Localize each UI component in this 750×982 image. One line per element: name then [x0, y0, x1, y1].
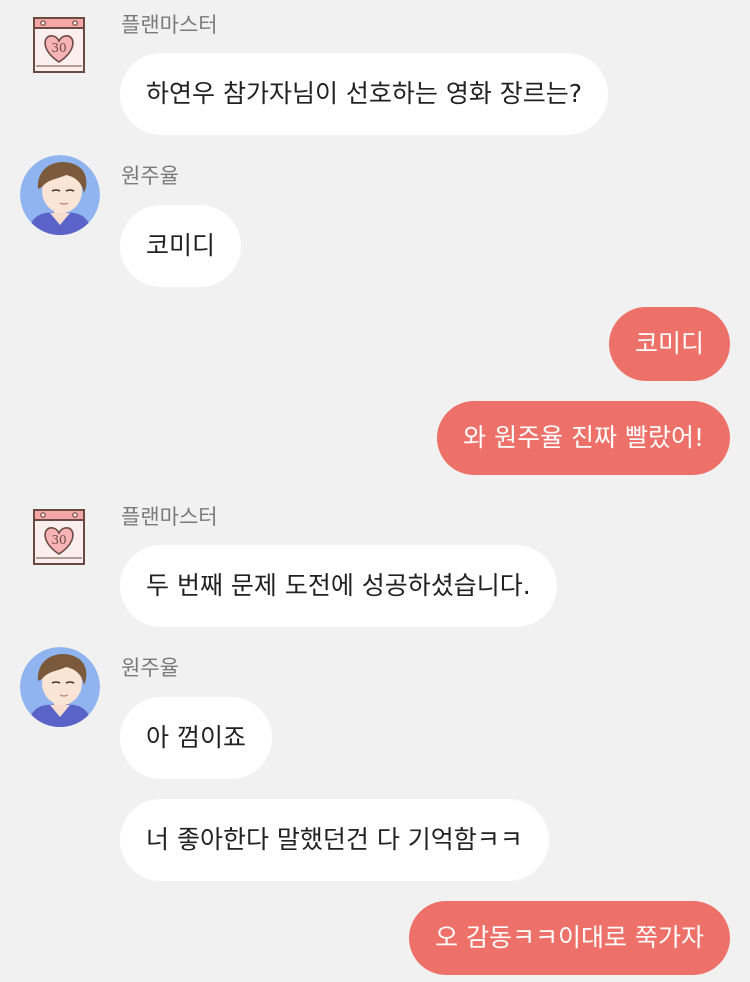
sender-name: 원주율: [121, 656, 179, 680]
message-bubble-outgoing[interactable]: 코미디: [608, 307, 730, 381]
sender-name: 원주율: [121, 164, 179, 188]
message-bubble[interactable]: 하연우 참가자님이 선호하는 영화 장르는?: [120, 53, 609, 135]
svg-text:30: 30: [51, 533, 66, 547]
calendar-heart-icon[interactable]: 30: [30, 506, 90, 566]
message-bubble[interactable]: 코미디: [120, 205, 242, 287]
sender-name: 플랜마스터: [121, 505, 218, 529]
message-bubble[interactable]: 너 좋아한다 말했던건 다 기억함ㅋㅋ: [120, 799, 549, 881]
svg-text:30: 30: [51, 41, 66, 55]
person-avatar[interactable]: [20, 647, 100, 727]
person-avatar[interactable]: [20, 155, 100, 235]
sender-name: 플랜마스터: [121, 13, 218, 37]
message-bubble[interactable]: 두 번째 문제 도전에 성공하셨습니다.: [120, 545, 557, 627]
message-bubble-outgoing[interactable]: 와 원주율 진짜 빨랐어!: [437, 401, 730, 475]
message-bubble[interactable]: 아 껌이죠: [120, 697, 272, 779]
calendar-heart-icon[interactable]: 30: [30, 14, 90, 74]
message-bubble-outgoing[interactable]: 오 감동ㅋㅋ이대로 쭉가자: [409, 901, 730, 975]
